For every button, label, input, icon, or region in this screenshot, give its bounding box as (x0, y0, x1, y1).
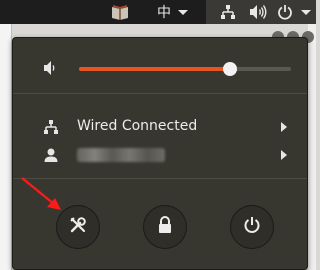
chevron-down-icon[interactable] (178, 0, 188, 24)
speaker-icon (43, 60, 59, 76)
separator (13, 93, 307, 94)
background-window-edge (308, 24, 316, 270)
network-item[interactable]: Wired Connected (13, 114, 307, 140)
lock-icon (157, 216, 173, 238)
user-icon (43, 147, 59, 163)
wired-network-icon (43, 119, 59, 135)
book-icon[interactable] (111, 0, 129, 24)
power-icon (243, 216, 261, 238)
volume-icon[interactable] (249, 0, 267, 24)
chevron-down-icon[interactable] (301, 0, 311, 24)
input-method-indicator[interactable]: 中 (157, 0, 171, 24)
volume-slider[interactable] (79, 62, 291, 76)
user-name-blurred (77, 148, 165, 162)
top-panel: 中 (0, 0, 316, 24)
tools-icon (69, 216, 87, 238)
power-off-button[interactable] (230, 205, 274, 249)
power-icon[interactable] (277, 0, 293, 24)
submenu-arrow-icon (281, 150, 287, 160)
settings-button[interactable] (56, 205, 100, 249)
separator (13, 178, 307, 179)
lock-button[interactable] (143, 205, 187, 249)
submenu-arrow-icon (281, 122, 287, 132)
network-status-label: Wired Connected (77, 118, 198, 134)
background-window (0, 24, 12, 270)
system-menu: Wired Connected (12, 37, 308, 270)
user-item[interactable] (13, 142, 307, 168)
volume-slider-handle[interactable] (222, 62, 237, 76)
volume-slider-fill (79, 67, 230, 71)
network-icon[interactable] (220, 0, 236, 24)
